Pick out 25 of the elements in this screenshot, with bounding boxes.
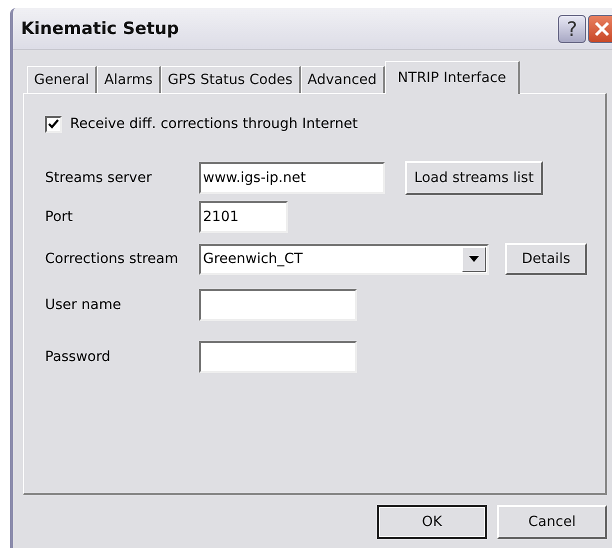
details-button[interactable]: Details bbox=[505, 243, 587, 275]
window-title: Kinematic Setup bbox=[21, 18, 179, 38]
tab[interactable]: Advanced bbox=[300, 66, 385, 93]
help-button[interactable]: ? bbox=[558, 14, 586, 42]
field-label: Streams server bbox=[45, 170, 153, 186]
field-label: Corrections stream bbox=[45, 251, 180, 267]
close-button[interactable] bbox=[588, 14, 612, 42]
caret-icon bbox=[469, 256, 479, 262]
input-field[interactable]: www.igs-ip.net bbox=[199, 162, 385, 194]
cancel-button[interactable]: Cancel bbox=[497, 505, 607, 539]
tab[interactable]: NTRIP Interface bbox=[384, 61, 520, 94]
tab[interactable]: GPS Status Codes bbox=[160, 66, 301, 93]
load-streams-button[interactable]: Load streams list bbox=[405, 161, 543, 195]
dropdown[interactable]: Greenwich_CT bbox=[199, 244, 489, 274]
field-label: Password bbox=[45, 349, 112, 365]
field-label: Port bbox=[45, 209, 74, 225]
tab[interactable]: General bbox=[27, 66, 98, 93]
field-label: User name bbox=[45, 297, 122, 313]
input-field[interactable]: 2101 bbox=[199, 201, 288, 233]
checkbox-label: Receive diff. corrections through Internet bbox=[70, 116, 358, 132]
ok-button[interactable]: OK bbox=[377, 505, 487, 539]
password-field[interactable] bbox=[199, 341, 357, 373]
checkbox[interactable] bbox=[45, 116, 62, 132]
input-field[interactable] bbox=[199, 289, 357, 321]
tab[interactable]: Alarms bbox=[97, 66, 161, 93]
